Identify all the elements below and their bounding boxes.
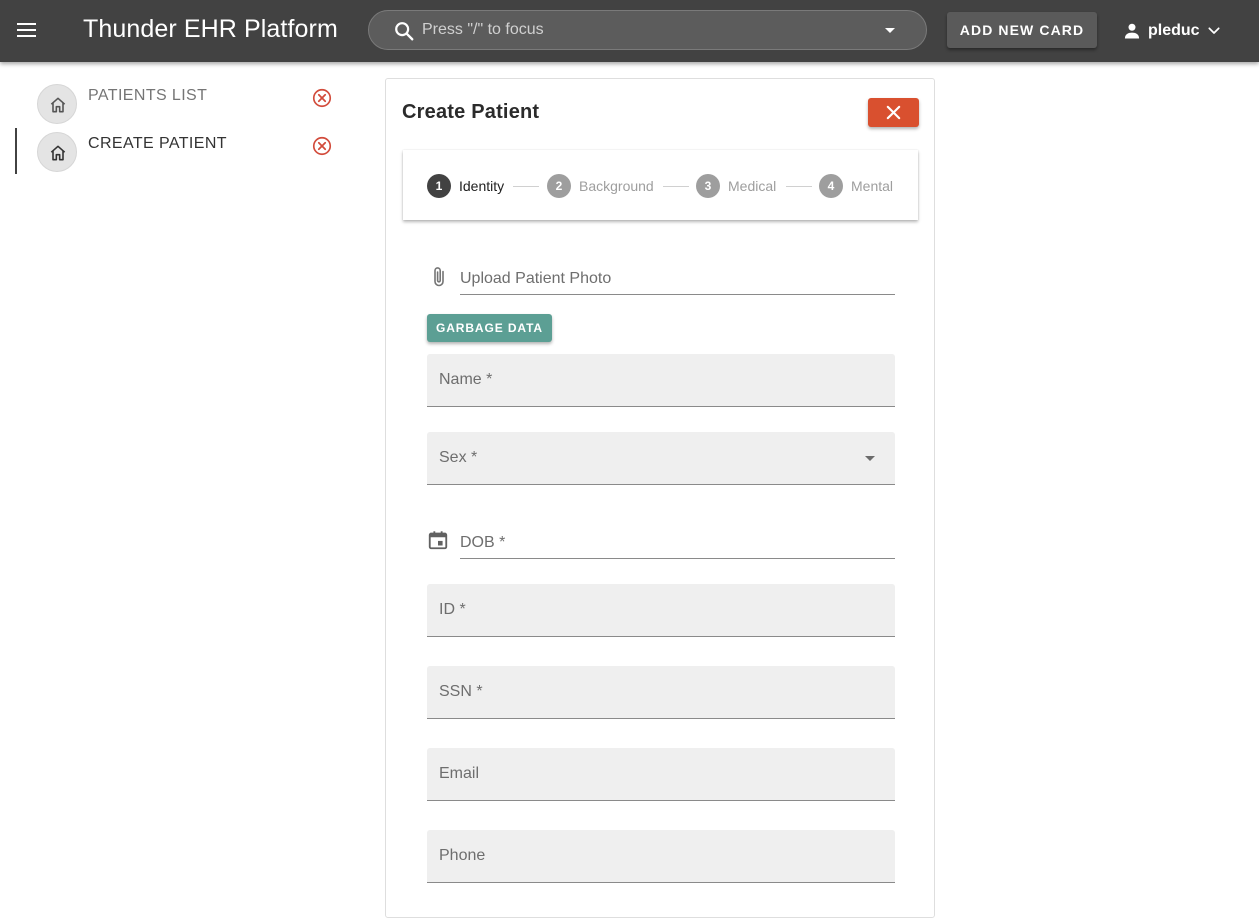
- ssn-input[interactable]: [427, 666, 895, 718]
- step-connector: [513, 186, 539, 187]
- close-card-button[interactable]: [868, 98, 919, 127]
- dropdown-caret-icon: [865, 456, 875, 461]
- name-input[interactable]: [427, 354, 895, 406]
- search-bar[interactable]: [368, 10, 927, 50]
- step-number: 3: [696, 174, 720, 198]
- upload-photo-input[interactable]: [460, 263, 895, 295]
- step-label: Medical: [728, 178, 777, 194]
- sidebar-item-label: CREATE PATIENT: [88, 135, 227, 152]
- id-field[interactable]: [427, 584, 895, 637]
- step-number: 4: [819, 174, 843, 198]
- search-dropdown-caret-icon[interactable]: [885, 28, 895, 33]
- calendar-icon[interactable]: [427, 529, 449, 551]
- home-icon: [50, 145, 66, 161]
- step-number: 2: [547, 174, 571, 198]
- ssn-field[interactable]: [427, 666, 895, 719]
- create-patient-card: Create Patient 1 Identity 2 Background 3…: [385, 78, 935, 918]
- avatar: [37, 84, 77, 124]
- sidebar-item-patients-list[interactable]: PATIENTS LIST: [0, 84, 350, 130]
- paperclip-icon: [434, 267, 444, 287]
- sex-input[interactable]: [427, 432, 895, 484]
- step-connector: [786, 186, 812, 187]
- add-new-card-button[interactable]: ADD NEW CARD: [947, 12, 1097, 48]
- card-title: Create Patient: [402, 101, 540, 123]
- name-field[interactable]: [427, 354, 895, 407]
- step-background[interactable]: 2 Background: [547, 174, 654, 198]
- close-icon: [886, 105, 901, 120]
- phone-field[interactable]: [427, 830, 895, 883]
- step-identity[interactable]: 1 Identity: [427, 174, 504, 198]
- email-field[interactable]: [427, 748, 895, 801]
- sidebar-item-label: PATIENTS LIST: [88, 87, 208, 104]
- email-input[interactable]: [427, 748, 895, 800]
- close-circle-icon[interactable]: [311, 87, 333, 109]
- hamburger-menu-icon[interactable]: [14, 18, 40, 44]
- user-name: pleduc: [1148, 22, 1200, 39]
- sidebar-item-create-patient[interactable]: CREATE PATIENT: [0, 128, 350, 178]
- step-medical[interactable]: 3 Medical: [696, 174, 776, 198]
- stepper: 1 Identity 2 Background 3 Medical 4 Ment…: [403, 150, 918, 220]
- step-label: Mental: [851, 178, 894, 194]
- dob-field[interactable]: [427, 527, 895, 559]
- step-number: 1: [427, 174, 451, 198]
- search-icon: [395, 22, 414, 41]
- app-bar: Thunder EHR Platform ADD NEW CARD pleduc: [0, 0, 1259, 62]
- avatar: [37, 132, 77, 172]
- app-title: Thunder EHR Platform: [83, 15, 338, 43]
- phone-input[interactable]: [427, 830, 895, 882]
- user-menu[interactable]: pleduc: [1122, 17, 1222, 45]
- step-label: Identity: [459, 178, 505, 194]
- search-input[interactable]: [420, 11, 870, 49]
- garbage-data-button[interactable]: GARBAGE DATA: [427, 314, 552, 342]
- sex-select[interactable]: [427, 432, 895, 485]
- home-icon: [50, 97, 66, 113]
- step-label: Background: [579, 178, 654, 194]
- person-icon: [1124, 23, 1140, 39]
- upload-photo-field[interactable]: [427, 263, 895, 295]
- step-connector: [663, 186, 689, 187]
- step-mental[interactable]: 4 Mental: [819, 174, 893, 198]
- close-circle-icon[interactable]: [311, 135, 333, 157]
- dob-input[interactable]: [460, 527, 895, 559]
- chevron-down-icon: [1208, 27, 1220, 34]
- id-input[interactable]: [427, 584, 895, 636]
